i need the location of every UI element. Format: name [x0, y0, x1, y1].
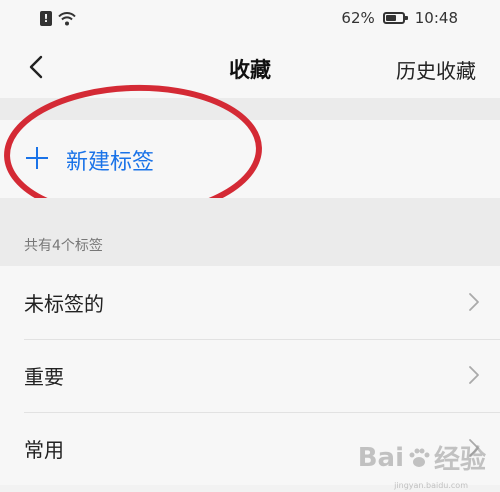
status-left: [40, 11, 76, 26]
list-item-label: 常用: [24, 438, 64, 462]
new-tag-button[interactable]: 新建标签: [0, 120, 500, 198]
sim-card-icon: [40, 11, 52, 26]
chevron-right-icon: [469, 366, 479, 384]
status-bar: 62% 10:48: [0, 0, 500, 40]
tag-count-label: 共有4个标签: [24, 238, 103, 254]
history-favorites-button[interactable]: 历史收藏: [396, 55, 476, 84]
clock: 10:48: [414, 9, 458, 27]
chevron-right-icon: [469, 293, 479, 311]
status-right: 62% 10:48: [341, 9, 458, 27]
tag-count-header: 共有4个标签: [0, 198, 500, 266]
battery-percent: 62%: [341, 9, 375, 27]
chevron-left-icon: [29, 55, 43, 79]
wifi-icon: [58, 12, 76, 26]
chevron-right-icon: [469, 439, 479, 457]
battery-level: [385, 15, 396, 21]
back-button[interactable]: [22, 50, 56, 84]
list-item-label: 未标签的: [24, 292, 104, 316]
battery-icon: [382, 12, 408, 24]
new-tag-label: 新建标签: [66, 150, 155, 175]
app-header: 收藏 历史收藏: [0, 40, 500, 98]
tag-item-important[interactable]: 重要: [0, 339, 500, 412]
plus-icon: [26, 147, 48, 169]
tag-item-common[interactable]: 常用: [0, 412, 500, 485]
tag-list: 未标签的 重要 常用: [0, 266, 500, 485]
list-item-label: 重要: [24, 365, 64, 389]
tag-item-untagged[interactable]: 未标签的: [0, 266, 500, 339]
spacer: [0, 98, 500, 120]
